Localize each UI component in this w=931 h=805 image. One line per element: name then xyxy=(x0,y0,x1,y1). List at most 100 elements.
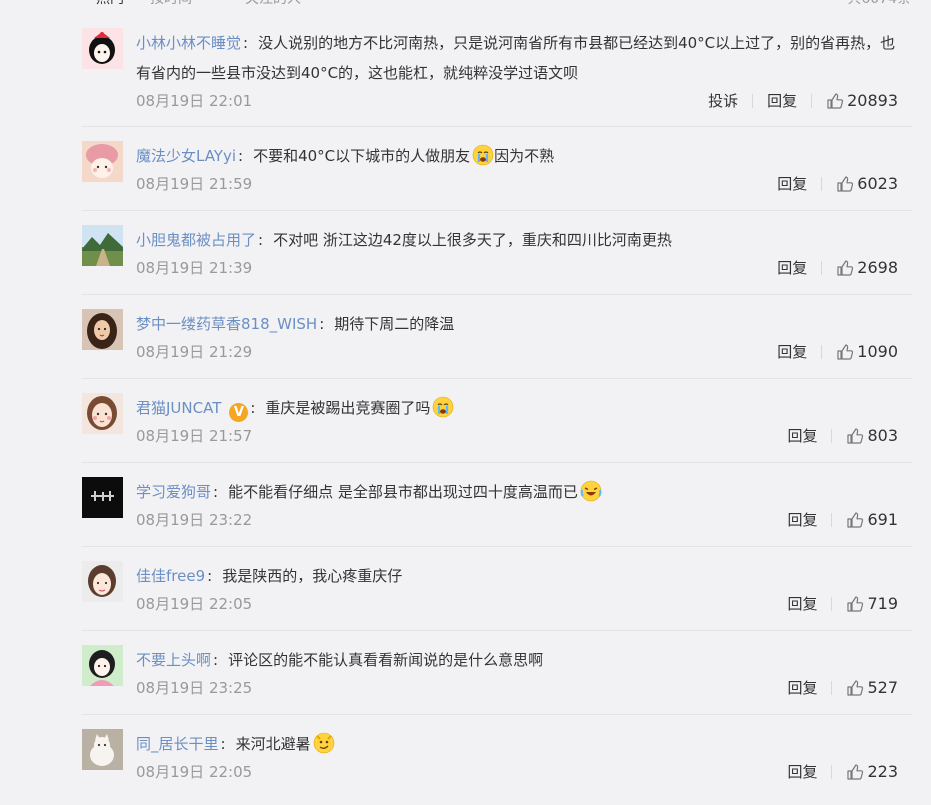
comment-timestamp: 08月19日 22:01 xyxy=(136,92,253,110)
reply-button[interactable]: 回复 xyxy=(767,90,797,111)
crying-face-emoji xyxy=(433,396,454,418)
divider xyxy=(821,260,823,275)
sort-hot-tab[interactable]: 热门 xyxy=(96,0,124,8)
colon: : xyxy=(243,34,249,52)
colon: : xyxy=(250,399,256,417)
username-link[interactable]: 佳佳free9 xyxy=(136,567,205,585)
colon: : xyxy=(220,735,226,753)
like-count: 691 xyxy=(867,510,898,529)
avatar[interactable] xyxy=(82,561,123,602)
avatar[interactable] xyxy=(82,225,123,266)
colon: : xyxy=(213,483,219,501)
comment-item: 学习爱狗哥: 能不能看仔细点 是全部县市都出现过四十度高温而已 08月19日 23… xyxy=(82,463,912,547)
username-link[interactable]: 魔法少女LAYyi xyxy=(136,147,236,165)
like-button[interactable]: 1090 xyxy=(836,342,898,361)
colon: : xyxy=(207,567,213,585)
avatar[interactable] xyxy=(82,729,123,770)
reply-button[interactable]: 回复 xyxy=(787,761,817,782)
like-count: 20893 xyxy=(847,91,898,110)
username-link[interactable]: 小胆鬼都被占用了 xyxy=(136,231,256,249)
reply-button[interactable]: 回复 xyxy=(777,341,807,362)
like-count: 223 xyxy=(867,762,898,781)
laughing-tears-emoji xyxy=(580,480,602,502)
thumbs-up-icon xyxy=(827,92,844,109)
comment-timestamp: 08月19日 21:59 xyxy=(136,175,253,193)
comment-timestamp: 08月19日 22:05 xyxy=(136,595,253,613)
colon: : xyxy=(213,651,219,669)
comment-timestamp: 08月19日 23:22 xyxy=(136,511,253,529)
thumbs-up-icon xyxy=(847,763,864,780)
comment-text: 我是陕西的，我心疼重庆仔 xyxy=(222,567,403,585)
divider xyxy=(821,344,823,359)
like-count: 1090 xyxy=(857,342,898,361)
like-count: 527 xyxy=(867,678,898,697)
divider xyxy=(821,176,823,191)
username-link[interactable]: 同_居长干里 xyxy=(136,735,219,753)
divider xyxy=(831,428,833,443)
comment-timestamp: 08月19日 21:29 xyxy=(136,343,253,361)
like-button[interactable]: 719 xyxy=(846,594,898,613)
reply-button[interactable]: 回复 xyxy=(787,509,817,530)
divider xyxy=(831,680,833,695)
comment-text: 重庆是被踢出竞赛圈了吗 xyxy=(265,399,431,417)
avatar[interactable] xyxy=(82,28,123,69)
comment-timestamp: 08月19日 23:25 xyxy=(136,679,253,697)
comment-item: 魔法少女LAYyi: 不要和40°C以下城市的人做朋友 因为不熟 08月19日 21… xyxy=(82,127,912,211)
like-count: 2698 xyxy=(857,258,898,277)
username-link[interactable]: 君猫JUNCAT xyxy=(136,399,221,417)
username-link[interactable]: 学习爱狗哥 xyxy=(136,483,211,501)
comment-timestamp: 08月19日 21:57 xyxy=(136,427,253,445)
reply-button[interactable]: 回复 xyxy=(777,173,807,194)
like-button[interactable]: 6023 xyxy=(836,174,898,193)
like-button[interactable]: 803 xyxy=(846,426,898,445)
like-button[interactable]: 223 xyxy=(846,762,898,781)
thumbs-up-icon xyxy=(847,511,864,528)
avatar[interactable] xyxy=(82,645,123,686)
divider xyxy=(831,764,833,779)
comment-item: 同_居长干里: 来河北避暑 08月19日 22:05 回复 223 xyxy=(82,715,912,789)
divider xyxy=(831,512,833,527)
like-button[interactable]: 691 xyxy=(846,510,898,529)
username-link[interactable]: 不要上头啊 xyxy=(136,651,211,669)
like-count: 719 xyxy=(867,594,898,613)
avatar[interactable] xyxy=(82,393,123,434)
comment-text: 来河北避暑 xyxy=(235,735,311,753)
colon: : xyxy=(258,231,264,249)
like-button[interactable]: 527 xyxy=(846,678,898,697)
reply-button[interactable]: 回复 xyxy=(787,425,817,446)
thumbs-up-icon xyxy=(837,343,854,360)
comment-text-tail: 因为不熟 xyxy=(494,147,555,165)
comment-list: 小林小林不睡觉: 没人说别的地方不比河南热，只是说河南省所有市县都已经达到40°C… xyxy=(82,28,912,789)
smug-face-emoji xyxy=(313,732,334,754)
like-button[interactable]: 2698 xyxy=(836,258,898,277)
like-button[interactable]: 20893 xyxy=(826,91,898,110)
comment-text: 不要和40°C以下城市的人做朋友 xyxy=(253,147,471,165)
comment-text: 没人说别的地方不比河南热，只是说河南省所有市县都已经达到40°C以上过了，别的省… xyxy=(136,34,896,82)
like-count: 6023 xyxy=(857,174,898,193)
comment-text: 期待下周二的降温 xyxy=(334,315,455,333)
comment-text: 不对吧 浙江这边42度以上很多天了，重庆和四川比河南更热 xyxy=(273,231,672,249)
username-link[interactable]: 小林小林不睡觉 xyxy=(136,34,241,52)
reply-button[interactable]: 回复 xyxy=(777,257,807,278)
reply-button[interactable]: 回复 xyxy=(787,677,817,698)
sort-time-tab[interactable]: 按时间 xyxy=(150,0,192,8)
report-button[interactable]: 投诉 xyxy=(708,90,738,111)
comment-item: 君猫JUNCAT V: 重庆是被踢出竞赛圈了吗 08月19日 21:57 回复 80… xyxy=(82,379,912,463)
colon: : xyxy=(238,147,244,165)
thumbs-up-icon xyxy=(837,259,854,276)
follow-tab[interactable]: 关注的人 xyxy=(245,0,301,8)
username-link[interactable]: 梦中一缕药草香818_WISH xyxy=(136,315,317,333)
avatar[interactable] xyxy=(82,141,123,182)
thumbs-up-icon xyxy=(847,595,864,612)
avatar[interactable] xyxy=(82,477,123,518)
thumbs-up-icon xyxy=(847,427,864,444)
colon: : xyxy=(319,315,325,333)
comment-item: 小胆鬼都被占用了: 不对吧 浙江这边42度以上很多天了，重庆和四川比河南更热 08… xyxy=(82,211,912,295)
avatar[interactable] xyxy=(82,309,123,350)
divider xyxy=(752,93,754,108)
like-count: 803 xyxy=(867,426,898,445)
reply-button[interactable]: 回复 xyxy=(787,593,817,614)
sort-bar: 热门 按时间 关注的人 共6074条 xyxy=(80,0,911,8)
comment-item: 梦中一缕药草香818_WISH: 期待下周二的降温 08月19日 21:29 回复… xyxy=(82,295,912,379)
comment-count: 共6074条 xyxy=(847,0,911,8)
